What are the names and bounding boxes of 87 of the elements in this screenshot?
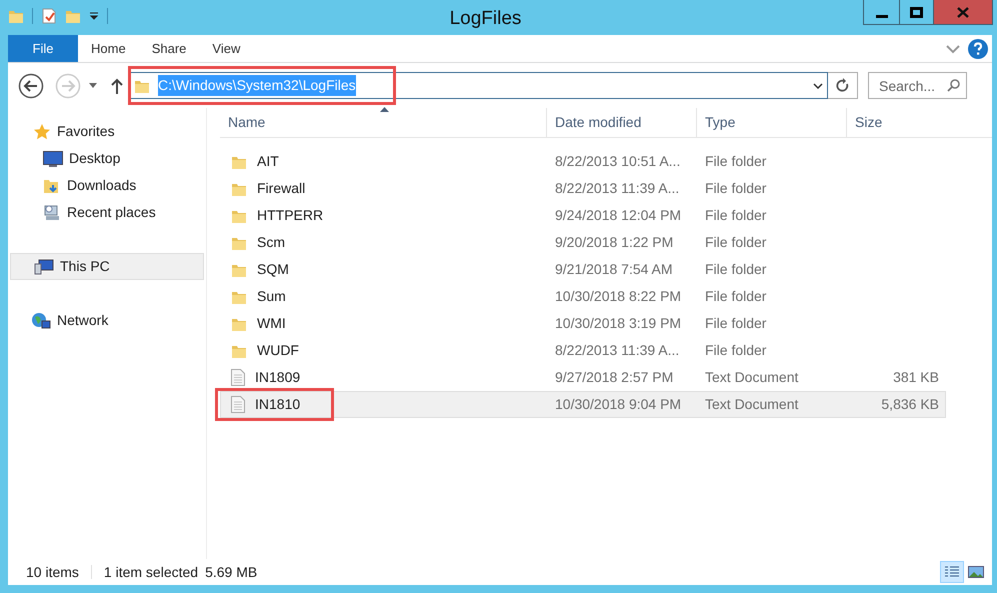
details-icon: [944, 565, 960, 579]
file-row[interactable]: HTTPERR 9/24/2018 12:04 PM File folder: [220, 202, 946, 229]
expand-ribbon-icon[interactable]: [946, 44, 960, 54]
search-icon: [947, 79, 960, 92]
file-name: AIT: [257, 152, 279, 171]
document-icon: [231, 396, 245, 413]
globe-icon: [31, 312, 51, 330]
properties-icon[interactable]: [41, 8, 57, 24]
file-row[interactable]: SQM 9/21/2018 7:54 AM File folder: [220, 256, 946, 283]
refresh-button[interactable]: [828, 72, 858, 99]
type-cell-text: Text Document: [704, 368, 800, 387]
type-cell-text: File folder: [704, 287, 768, 306]
file-row[interactable]: Firewall 8/22/2013 11:39 A... File folder: [220, 175, 946, 202]
file-name: IN1810: [255, 395, 300, 414]
new-folder-icon: [65, 8, 81, 24]
date-cell-text: 9/20/2018 1:22 PM: [554, 233, 674, 252]
monitor-icon: [43, 150, 63, 166]
file-row[interactable]: AIT 8/22/2013 10:51 A... File folder: [220, 148, 946, 175]
file-name: WMI: [257, 314, 286, 333]
file-name: Firewall: [257, 179, 306, 198]
file-tab[interactable]: File: [8, 35, 78, 62]
recent-places-icon: [43, 204, 61, 222]
size-cell-text: 5,836 KB: [880, 395, 939, 414]
document-icon: [231, 369, 245, 386]
date-cell-text: 9/21/2018 7:54 AM: [554, 260, 674, 279]
file-name: SQM: [257, 260, 289, 279]
nav-item[interactable]: This PC: [10, 253, 204, 280]
dropdown-caret-icon[interactable]: [89, 11, 99, 21]
address-text: C:\Windows\System32\LogFiles: [158, 75, 356, 96]
search-field[interactable]: Search...: [868, 72, 967, 99]
selection-count: 1 item selected: [104, 562, 198, 582]
file-row[interactable]: IN1809 9/27/2018 2:57 PM Text Document 381 KB: [220, 364, 946, 391]
file-row[interactable]: Sum 10/30/2018 8:22 PM File folder: [220, 283, 946, 310]
file-name: Scm: [257, 233, 285, 252]
ribbon-tab[interactable]: View: [199, 35, 254, 62]
close-button[interactable]: [934, 0, 992, 24]
star-icon: [33, 122, 51, 140]
recent-locations-caret-icon[interactable]: [89, 83, 97, 88]
date-cell-text: 8/22/2013 10:51 A...: [554, 152, 682, 171]
item-count: 10 items: [26, 562, 79, 582]
file-name: IN1809: [255, 368, 300, 387]
type-cell-text: File folder: [704, 206, 768, 225]
column-header[interactable]: Date modified: [546, 108, 696, 137]
address-dropdown-icon[interactable]: [813, 82, 823, 88]
computer-icon: [34, 258, 54, 276]
column-header[interactable]: Size: [846, 108, 946, 137]
column-header[interactable]: Type: [696, 108, 846, 137]
file-name: HTTPERR: [257, 206, 324, 225]
ribbon-tab[interactable]: Home: [78, 35, 139, 62]
type-cell-text: File folder: [704, 341, 768, 360]
thumbnails-icon: [968, 565, 984, 579]
date-cell-text: 10/30/2018 3:19 PM: [554, 314, 682, 333]
file-row[interactable]: WMI 10/30/2018 3:19 PM File folder: [220, 310, 946, 337]
details-view-button[interactable]: [940, 561, 964, 583]
type-cell-text: File folder: [704, 314, 768, 333]
window-title: LogFiles: [450, 7, 522, 31]
date-cell-text: 10/30/2018 9:04 PM: [554, 395, 682, 414]
date-cell-text: 10/30/2018 8:22 PM: [554, 287, 682, 306]
selection-size: 5.69 MB: [205, 562, 258, 582]
folder-icon: [8, 8, 24, 24]
type-cell-text: File folder: [704, 233, 768, 252]
file-row[interactable]: WUDF 8/22/2013 11:39 A... File folder: [220, 337, 946, 364]
ribbon-tab[interactable]: Share: [138, 35, 200, 62]
nav-item[interactable]: Network: [8, 307, 206, 334]
file-name: Sum: [257, 287, 286, 306]
nav-item[interactable]: Recent places: [8, 199, 206, 226]
date-cell-text: 9/27/2018 2:57 PM: [554, 368, 674, 387]
nav-item[interactable]: Downloads: [8, 172, 206, 199]
up-arrow-icon[interactable]: [111, 78, 123, 94]
size-cell-text: 381 KB: [892, 368, 939, 387]
nav-item[interactable]: Desktop: [8, 145, 206, 172]
sort-arrow-icon: [380, 107, 389, 112]
type-cell-text: File folder: [704, 179, 768, 198]
date-cell-text: 9/24/2018 12:04 PM: [554, 206, 682, 225]
file-name: WUDF: [257, 341, 299, 360]
type-cell-text: Text Document: [704, 395, 800, 414]
close-icon: [957, 6, 969, 18]
nav-item[interactable]: Favorites: [8, 118, 206, 145]
date-cell-text: 8/22/2013 11:39 A...: [554, 179, 680, 198]
help-icon[interactable]: [968, 38, 988, 58]
date-cell-text: 8/22/2013 11:39 A...: [554, 341, 680, 360]
type-cell-text: File folder: [704, 152, 768, 171]
type-cell-text: File folder: [704, 260, 768, 279]
back-icon[interactable]: [18, 72, 44, 98]
refresh-icon: [836, 78, 850, 94]
column-header[interactable]: Name: [220, 108, 546, 137]
file-row[interactable]: Scm 9/20/2018 1:22 PM File folder: [220, 229, 946, 256]
